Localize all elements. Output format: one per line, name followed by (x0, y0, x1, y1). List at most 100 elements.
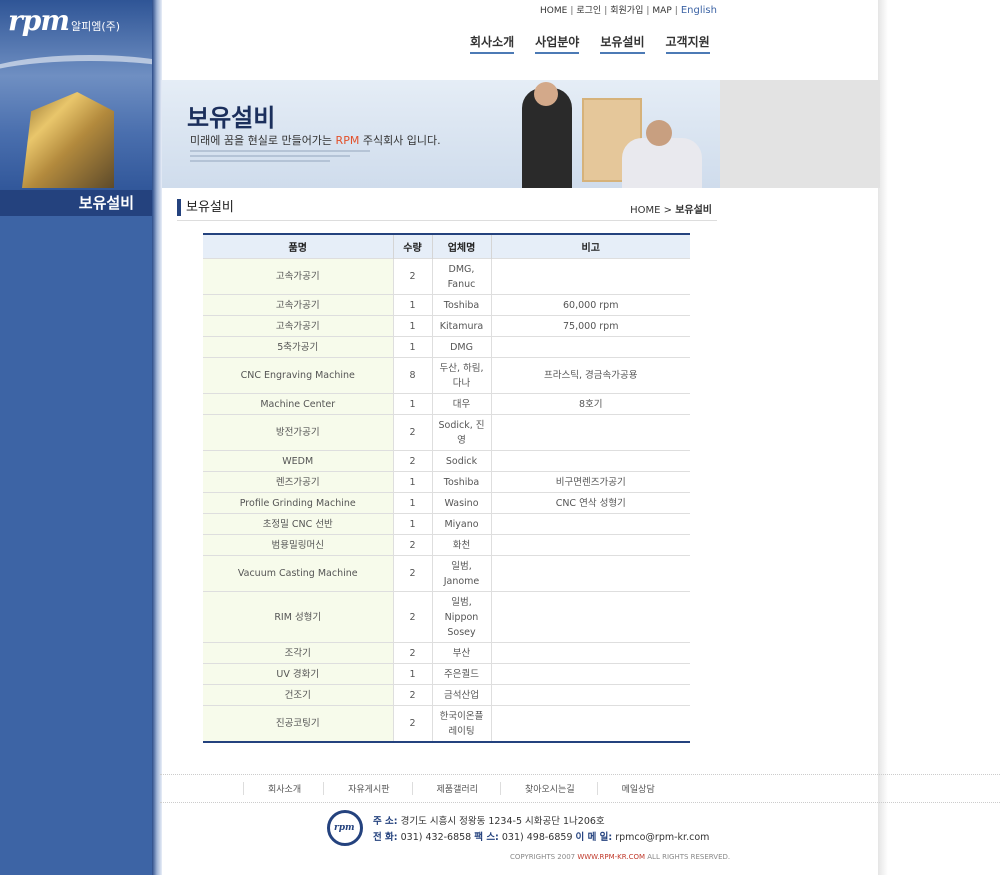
cell-qty: 2 (392, 705, 432, 743)
cell-qty: 1 (392, 492, 432, 514)
breadcrumb-arrow-icon: > (663, 205, 672, 216)
footer-divider-top (160, 774, 1000, 775)
cell-maker: 한국이온플레이팅 (431, 705, 491, 743)
cell-maker: DMG (431, 336, 491, 358)
footer-address: 경기도 시흥시 정왕동 1234-5 시화공단 1나206호 (400, 816, 605, 827)
cell-name: 고속가공기 (203, 294, 393, 316)
title-divider (177, 220, 717, 221)
cell-maker: 화천 (431, 534, 491, 556)
table-row: 진공코팅기 2 한국이온플레이팅 (203, 705, 690, 743)
cell-maker: Sodick (431, 450, 491, 472)
cell-name: WEDM (203, 450, 393, 472)
column-header-name: 품명 (203, 233, 393, 259)
nav-login-link[interactable]: 로그인 (576, 6, 601, 16)
cell-maker: DMG, Fanuc (431, 258, 491, 295)
footer-link-gallery[interactable]: 제품갤러리 (411, 782, 500, 795)
logo-brand[interactable]: rpm (8, 4, 70, 37)
column-header-note: 비고 (490, 233, 690, 259)
main-nav-support[interactable]: 고객지원 (665, 33, 710, 54)
cell-maker: Sodick, 진영 (431, 414, 491, 451)
cell-note (490, 591, 690, 643)
cell-name: Vacuum Casting Machine (203, 555, 393, 592)
footer-link-mail[interactable]: 메일상담 (596, 782, 677, 795)
cell-maker: 금석산업 (431, 684, 491, 706)
nav-map-link[interactable]: MAP (652, 6, 671, 16)
logo[interactable]: rpm 알피엠(주) (8, 4, 120, 37)
cell-note (490, 705, 690, 743)
sidebar-section-title: 보유설비 (0, 190, 158, 216)
cell-name: 조각기 (203, 642, 393, 664)
banner-title: 보유설비 (187, 104, 276, 132)
breadcrumb: HOME > 보유설비 (630, 201, 712, 216)
cell-note: 비구면렌즈가공기 (490, 471, 690, 493)
cell-name: 범용밀링머신 (203, 534, 393, 556)
copyright-url[interactable]: WWW.RPM-KR.COM (577, 853, 645, 861)
footer-divider-bottom (160, 802, 1000, 803)
cell-qty: 2 (392, 258, 432, 295)
cell-note (490, 663, 690, 685)
cell-maker: Toshiba (431, 471, 491, 493)
footer-tel: 031) 432-6858 (400, 832, 472, 843)
main-nav-company[interactable]: 회사소개 (470, 33, 515, 54)
cell-name: 건조기 (203, 684, 393, 706)
nav-join-link[interactable]: 회원가입 (610, 6, 643, 16)
cell-qty: 2 (392, 450, 432, 472)
main-nav-business[interactable]: 사업분야 (535, 33, 580, 54)
nav-home-link[interactable]: HOME (540, 6, 567, 16)
banner: 보유설비 미래에 꿈을 현실로 만들어가는 RPM 주식회사 입니다. (162, 80, 720, 188)
cell-qty: 1 (392, 336, 432, 358)
copyright: COPYRIGHTS 2007 WWW.RPM-KR.COM ALL RIGHT… (510, 853, 731, 861)
logo-subtitle[interactable]: 알피엠(주) (71, 20, 120, 33)
cell-note (490, 684, 690, 706)
cell-note (490, 555, 690, 592)
cell-maker: 주은퀼드 (431, 663, 491, 685)
cell-qty: 1 (392, 294, 432, 316)
footer-logo: rpm (327, 810, 363, 846)
footer-link-board[interactable]: 자유게시판 (323, 782, 411, 795)
main-nav-equipment[interactable]: 보유설비 (600, 33, 645, 54)
cell-note: 프라스틱, 경금속가공용 (490, 357, 690, 394)
table-body: 고속가공기 2 DMG, Fanuc 고속가공기 1 Toshiba 60,000 rpm 고… (203, 258, 690, 743)
table-row: 고속가공기 1 Kitamura 75,000 rpm (203, 315, 690, 337)
nav-english-link[interactable]: English (681, 5, 717, 16)
cell-maker: Wasino (431, 492, 491, 514)
banner-decorative-lines (190, 150, 390, 170)
cell-qty: 2 (392, 591, 432, 643)
cell-qty: 8 (392, 357, 432, 394)
cell-maker: 두산, 하림, 다나 (431, 357, 491, 394)
equipment-table: 품명 수량 업체명 비고 고속가공기 2 DMG, Fanuc 고속가공기 1 Toshi… (203, 233, 690, 743)
footer-link-directions[interactable]: 찾아오시는길 (499, 782, 597, 795)
cell-name: 진공코팅기 (203, 705, 393, 743)
cell-name: 5축가공기 (203, 336, 393, 358)
cell-note (490, 414, 690, 451)
footer-email[interactable]: rpmco@rpm-kr.com (615, 832, 709, 843)
cell-note: 60,000 rpm (490, 294, 690, 316)
cell-name: 방전가공기 (203, 414, 393, 451)
table-row: RIM 성형기 2 일범, Nippon Sosey (203, 591, 690, 643)
cell-note (490, 513, 690, 535)
table-row: Profile Grinding Machine 1 Wasino CNC 연삭 성형… (203, 492, 690, 514)
footer-fax: 031) 498-6859 (501, 832, 573, 843)
cell-maker: 대우 (431, 393, 491, 415)
top-utility-nav: HOME | 로그인 | 회원가입 | MAP | English (540, 5, 717, 16)
table-row: UV 경화기 1 주은퀼드 (203, 663, 690, 685)
person-standing-head (534, 82, 558, 106)
cell-qty: 1 (392, 513, 432, 535)
cell-note (490, 534, 690, 556)
cell-qty: 1 (392, 663, 432, 685)
cell-name: Machine Center (203, 393, 393, 415)
table-row: 건조기 2 금석산업 (203, 684, 690, 706)
table-row: Machine Center 1 대우 8호기 (203, 393, 690, 415)
cell-note (490, 258, 690, 295)
cell-maker: 부산 (431, 642, 491, 664)
page-title: 보유설비 (177, 199, 234, 216)
table-row: 범용밀링머신 2 화천 (203, 534, 690, 556)
cell-maker: Miyano (431, 513, 491, 535)
footer-link-company[interactable]: 회사소개 (243, 782, 323, 795)
cell-qty: 2 (392, 534, 432, 556)
footer-contact-info: 주 소: 경기도 시흥시 정왕동 1234-5 시화공단 1나206호 전 화:… (373, 814, 709, 846)
table-row: 5축가공기 1 DMG (203, 336, 690, 358)
cell-note (490, 450, 690, 472)
breadcrumb-home[interactable]: HOME (630, 205, 660, 216)
cell-name: UV 경화기 (203, 663, 393, 685)
